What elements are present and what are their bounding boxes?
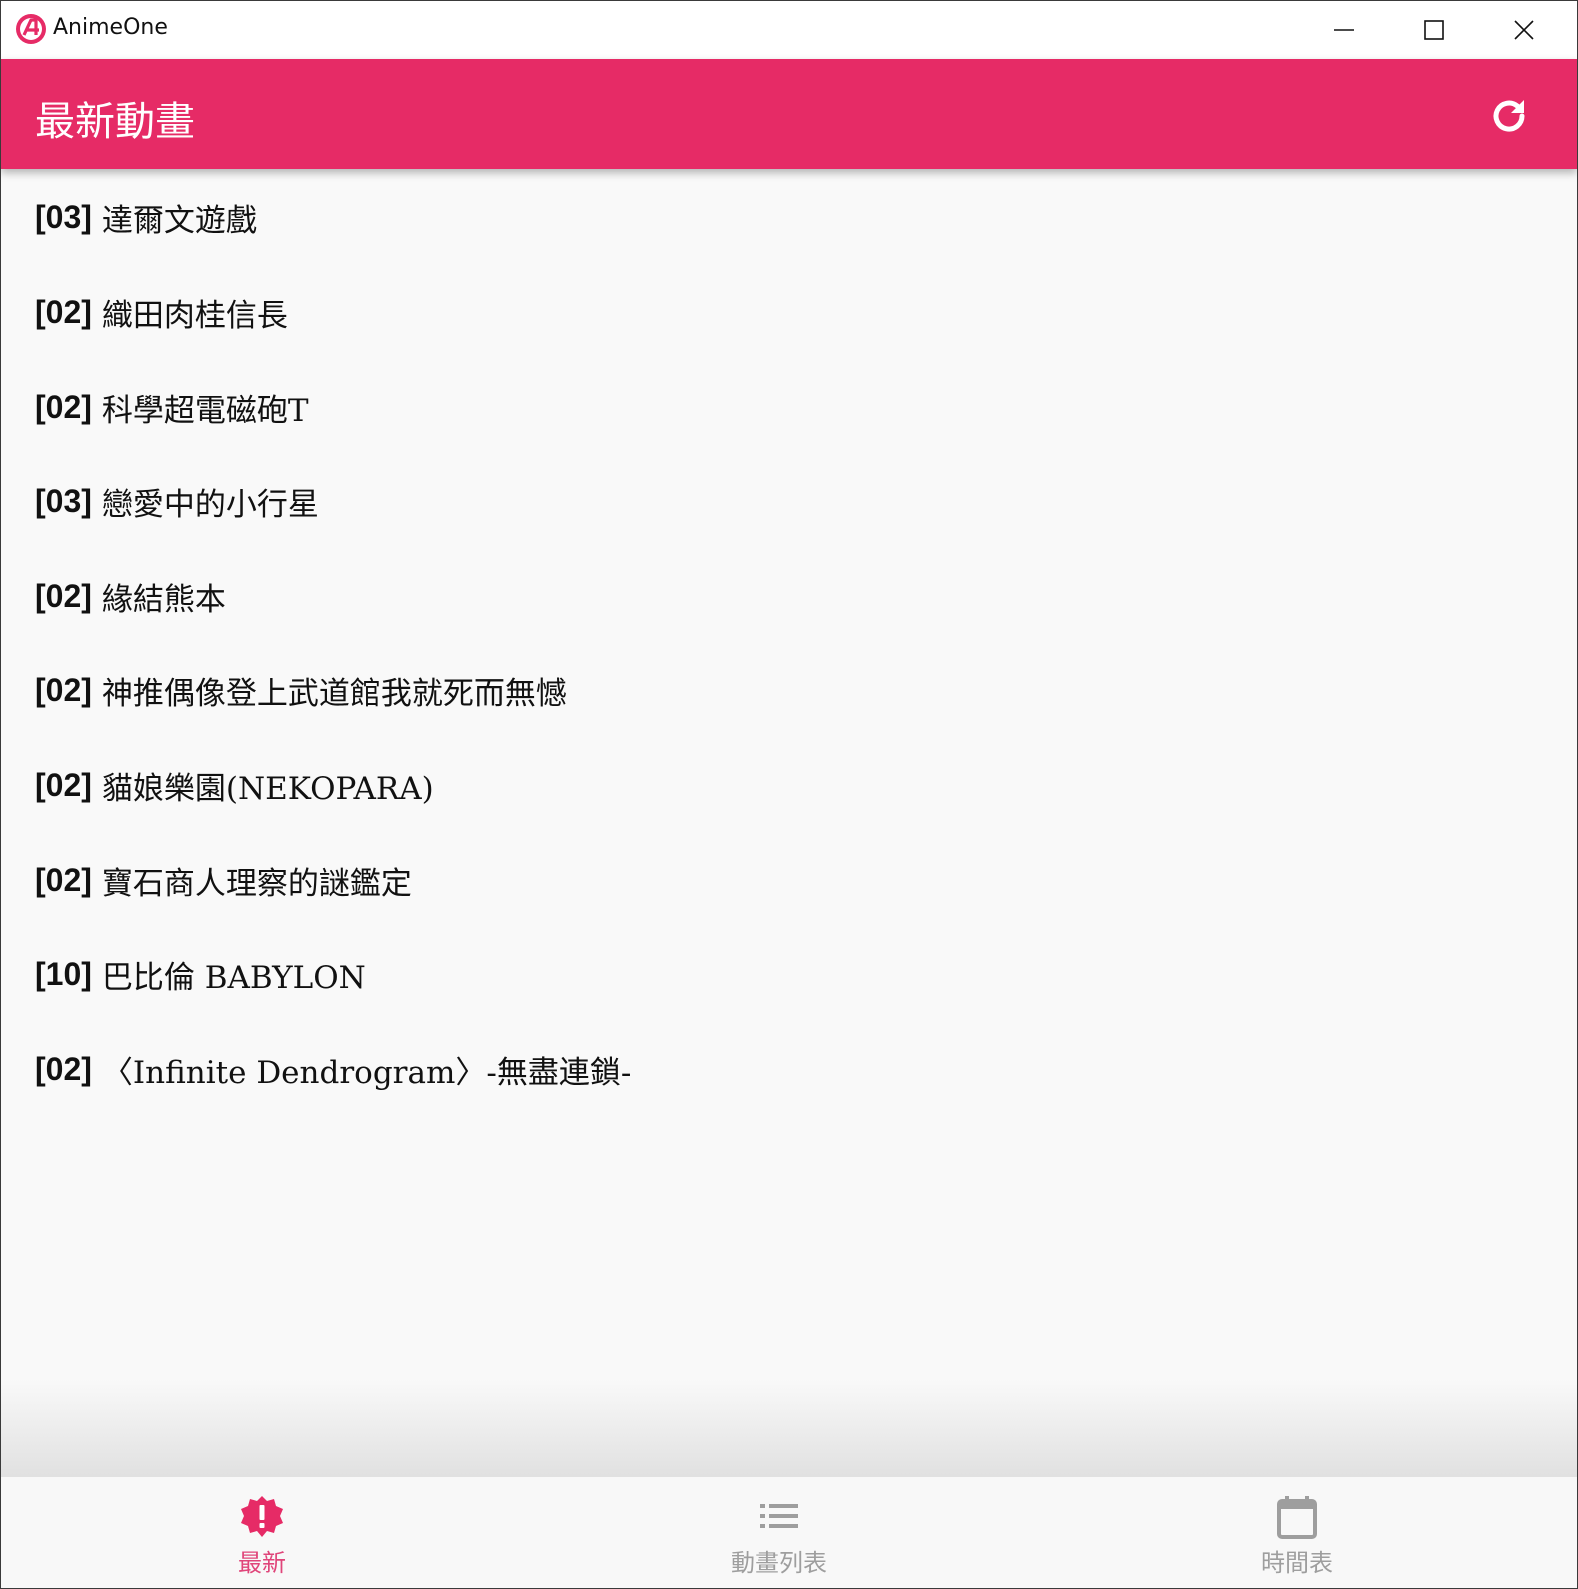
new-badge-icon [240, 1495, 284, 1539]
window-titlebar[interactable]: AnimeOne [1, 1, 1577, 59]
anime-title: 神推偶像登上武道館我就死而無憾 [101, 675, 567, 712]
list-item[interactable]: [03] 戀愛中的小行星 [35, 453, 1535, 549]
page-title: 最新動畫 [35, 99, 195, 145]
maximize-icon [1424, 20, 1444, 40]
window-title: AnimeOne [53, 15, 168, 40]
list-item[interactable]: [10] 巴比倫 BABYLON [35, 926, 1535, 1022]
anime-title: 科學超電磁砲T [101, 392, 309, 429]
list-item[interactable]: [02] 神推偶像登上武道館我就死而無憾 [35, 642, 1535, 738]
nav-schedule[interactable]: 時間表 [1147, 1477, 1447, 1588]
anime-title: 寶石商人理察的謎鑑定 [101, 865, 412, 902]
refresh-icon [1493, 100, 1525, 132]
bottom-shadow [1, 1379, 1577, 1477]
bottom-navigation: 最新 動畫列表 時間表 [1, 1477, 1577, 1588]
anime-title: 貓娘樂園(NEKOPARA) [101, 770, 434, 807]
minimize-button[interactable] [1299, 1, 1389, 59]
anime-title: 達爾文遊戲 [101, 202, 257, 239]
nav-latest[interactable]: 最新 [112, 1477, 412, 1588]
nav-latest-label: 最新 [238, 1549, 286, 1577]
close-icon [1514, 20, 1534, 40]
anime-list: [03] 達爾文遊戲 [02] 織田肉桂信長 [02] 科學超電磁砲T [03]… [1, 169, 1577, 1477]
list-icon [757, 1495, 801, 1539]
list-item[interactable]: [02] 〈Infinite Dendrogram〉-無盡連鎖- [35, 1021, 1535, 1117]
list-item[interactable]: [02] 緣結熊本 [35, 548, 1535, 644]
calendar-icon [1275, 1495, 1319, 1539]
app-logo-icon [16, 14, 46, 44]
anime-title: 〈Infinite Dendrogram〉-無盡連鎖- [101, 1054, 632, 1091]
episode-number: [02] [35, 1050, 92, 1087]
episode-number: [02] [35, 388, 92, 425]
episode-number: [02] [35, 577, 92, 614]
anime-title: 巴比倫 BABYLON [101, 959, 366, 996]
nav-anime-list[interactable]: 動畫列表 [629, 1477, 929, 1588]
refresh-button[interactable] [1485, 92, 1533, 140]
app-window: AnimeOne 最新動畫 [03] 達爾文遊戲 [02] 織田肉桂信長 [02… [0, 0, 1578, 1589]
episode-number: [03] [35, 482, 92, 519]
app-bar: 最新動畫 [1, 59, 1577, 169]
anime-title: 緣結熊本 [101, 581, 226, 618]
episode-number: [02] [35, 861, 92, 898]
nav-schedule-label: 時間表 [1261, 1549, 1333, 1577]
list-item[interactable]: [02] 貓娘樂園(NEKOPARA) [35, 737, 1535, 833]
nav-anime-list-label: 動畫列表 [731, 1549, 827, 1577]
minimize-icon [1334, 29, 1354, 31]
maximize-button[interactable] [1389, 1, 1479, 59]
list-item[interactable]: [02] 織田肉桂信長 [35, 264, 1535, 360]
anime-title: 織田肉桂信長 [101, 297, 288, 334]
episode-number: [10] [35, 955, 92, 992]
list-item[interactable]: [02] 寶石商人理察的謎鑑定 [35, 832, 1535, 928]
anime-title: 戀愛中的小行星 [101, 486, 319, 523]
episode-number: [03] [35, 198, 92, 235]
list-item[interactable]: [03] 達爾文遊戲 [35, 169, 1535, 265]
episode-number: [02] [35, 766, 92, 803]
close-button[interactable] [1479, 1, 1569, 59]
list-item[interactable]: [02] 科學超電磁砲T [35, 359, 1535, 455]
episode-number: [02] [35, 293, 92, 330]
episode-number: [02] [35, 671, 92, 708]
